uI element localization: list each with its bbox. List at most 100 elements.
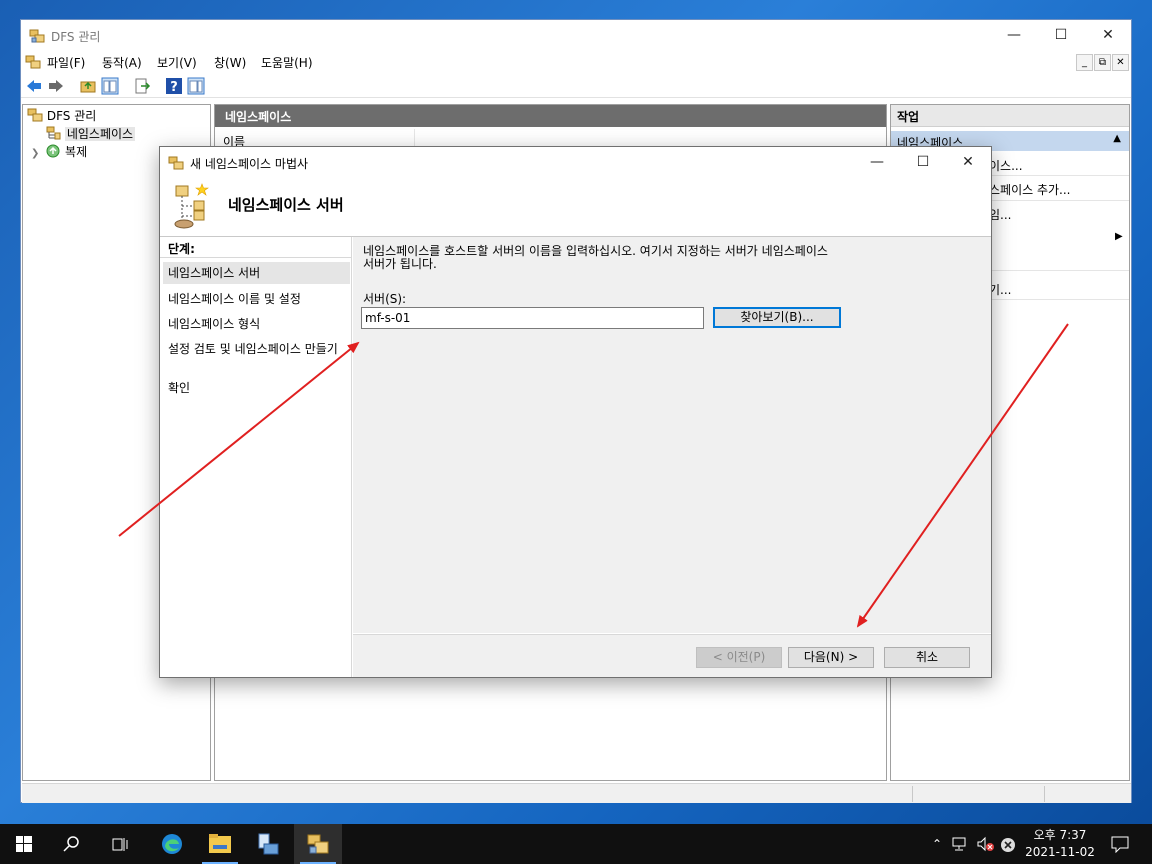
next-button[interactable]: 다음(N) > — [788, 647, 874, 668]
wizard-footer: < 이전(P) 다음(N) > 취소 — [353, 634, 991, 677]
menu-help[interactable]: 도움말(H) — [261, 54, 313, 71]
step-confirmation: 확인 — [168, 381, 191, 395]
action-item-2[interactable]: 스페이스 추가... — [989, 181, 1071, 198]
tree-item-namespaces[interactable]: 네임스페이스 — [45, 125, 136, 142]
action-item-1[interactable]: 이스... — [989, 157, 1023, 174]
step-review-create: 설정 검토 및 네임스페이스 만들기 — [168, 342, 338, 356]
server-manager-taskbar-button[interactable] — [244, 824, 292, 864]
svg-text:?: ? — [170, 80, 178, 95]
forward-icon[interactable] — [47, 77, 65, 95]
start-button[interactable] — [0, 824, 48, 864]
server-input[interactable] — [361, 307, 704, 329]
taskbar: ⌃ 오후 7:37 2021-11-02 — [0, 824, 1152, 864]
dfs-app-icon — [29, 29, 45, 43]
tree-root[interactable]: DFS 관리 — [27, 107, 96, 124]
namespace-wizard-icon — [174, 183, 209, 229]
server-manager-icon — [258, 833, 279, 855]
edge-taskbar-button[interactable] — [148, 824, 196, 864]
edge-icon — [162, 834, 182, 854]
menu-file[interactable]: 파일(F) — [47, 54, 85, 71]
tree-item-replication-label: 복제 — [65, 145, 88, 159]
submenu-arrow-icon[interactable]: ▶ — [1115, 231, 1123, 242]
notification-error-icon[interactable] — [1000, 837, 1016, 853]
menu-action[interactable]: 동작(A) — [102, 54, 142, 71]
clock-date: 2021-11-02 — [1025, 845, 1095, 859]
show-hidden-icons-button[interactable]: ⌃ — [928, 824, 946, 864]
tree-root-label: DFS 관리 — [46, 109, 97, 123]
dfs-root-icon — [27, 108, 43, 122]
maximize-button[interactable]: ☐ — [1038, 20, 1084, 51]
close-button[interactable]: ✕ — [1085, 20, 1131, 51]
action-divider — [989, 200, 1129, 201]
steps-divider — [160, 257, 351, 258]
tree-item-replication[interactable]: ❯ 복제 — [31, 143, 87, 160]
browse-button[interactable]: 찾아보기(B)... — [713, 307, 841, 328]
action-item-4[interactable]: 기... — [989, 281, 1011, 298]
file-explorer-taskbar-button[interactable] — [196, 824, 244, 864]
mdi-restore-button[interactable]: ⧉ — [1094, 54, 1111, 71]
dfs-management-taskbar-button[interactable] — [294, 824, 342, 864]
menu-window[interactable]: 창(W) — [214, 54, 246, 71]
step-namespace-server: 네임스페이스 서버 — [163, 262, 350, 284]
show-hide-tree-icon[interactable] — [101, 77, 119, 95]
action-divider — [989, 270, 1129, 271]
volume-muted-icon[interactable] — [976, 836, 996, 852]
wizard-banner: 네임스페이스 서버 — [160, 178, 991, 236]
action-center-icon[interactable] — [1110, 835, 1130, 853]
clock[interactable]: 오후 7:37 2021-11-02 — [1018, 827, 1102, 861]
export-list-icon[interactable] — [133, 77, 151, 95]
steps-title: 단계: — [168, 242, 195, 256]
file-explorer-icon — [209, 834, 231, 853]
wizard-steps-panel: 단계: 네임스페이스 서버 네임스페이스 이름 및 설정 네임스페이스 형식 설… — [160, 237, 352, 677]
help-icon[interactable]: ? — [165, 77, 183, 95]
mmc-titlebar[interactable]: DFS 관리 — ☐ ✕ — [21, 20, 1131, 51]
search-button[interactable] — [48, 824, 96, 864]
wizard-titlebar[interactable]: 새 네임스페이스 마법사 — ☐ ✕ — [160, 147, 991, 178]
action-divider — [989, 175, 1129, 176]
windows-logo-icon — [16, 836, 32, 852]
wizard-app-icon — [168, 156, 184, 170]
mdi-minimize-button[interactable]: _ — [1076, 54, 1093, 71]
search-icon — [63, 836, 79, 852]
wizard-description: 네임스페이스를 호스트할 서버의 이름을 입력하십시오. 여기서 지정하는 서버… — [363, 244, 828, 271]
wizard-close-button[interactable]: ✕ — [945, 147, 991, 178]
menu-view[interactable]: 보기(V) — [157, 54, 197, 71]
tree-item-namespaces-label: 네임스페이스 — [64, 127, 136, 141]
dfs-management-icon — [307, 834, 329, 854]
action-item-3[interactable]: 임... — [989, 206, 1011, 223]
dfs-menu-icon — [25, 55, 41, 69]
network-icon[interactable] — [952, 836, 970, 852]
replication-icon — [46, 144, 60, 158]
status-segment — [1044, 786, 1045, 802]
wizard-content: 네임스페이스를 호스트할 서버의 이름을 입력하십시오. 여기서 지정하는 서버… — [353, 237, 991, 633]
mmc-title: DFS 관리 — [51, 30, 101, 44]
status-bar — [22, 783, 1131, 803]
task-view-icon — [112, 838, 128, 851]
menubar: 파일(F) 동작(A) 보기(V) 창(W) 도움말(H) _ ⧉ ✕ — [21, 51, 1131, 73]
toolbar: ? — [21, 74, 1131, 98]
step-namespace-type: 네임스페이스 형식 — [168, 317, 261, 331]
previous-button[interactable]: < 이전(P) — [696, 647, 782, 668]
wizard-heading: 네임스페이스 서버 — [228, 196, 344, 214]
action-divider — [989, 299, 1129, 300]
mdi-close-button[interactable]: ✕ — [1112, 54, 1129, 71]
new-namespace-wizard: 새 네임스페이스 마법사 — ☐ ✕ 네임스페이스 서버 단계: 네임스페이스 … — [159, 146, 992, 678]
expand-chevron-icon[interactable]: ❯ — [31, 148, 39, 159]
show-hide-action-pane-icon[interactable] — [187, 77, 205, 95]
step-namespace-name-settings: 네임스페이스 이름 및 설정 — [168, 292, 301, 306]
clock-time: 오후 7:37 — [1033, 828, 1087, 842]
namespace-icon — [46, 126, 61, 140]
back-icon[interactable] — [25, 77, 43, 95]
actions-header: 작업 — [891, 105, 1129, 127]
cancel-button[interactable]: 취소 — [884, 647, 970, 668]
collapse-icon[interactable]: ▲ — [1113, 133, 1121, 144]
wizard-minimize-button[interactable]: — — [854, 147, 900, 178]
server-label: 서버(S): — [363, 292, 407, 306]
wizard-maximize-button[interactable]: ☐ — [900, 147, 946, 178]
status-segment — [912, 786, 913, 802]
results-header: 네임스페이스 — [215, 105, 886, 127]
minimize-button[interactable]: — — [991, 20, 1037, 51]
up-folder-icon[interactable] — [79, 77, 97, 95]
task-view-button[interactable] — [96, 824, 144, 864]
wizard-title: 새 네임스페이스 마법사 — [190, 157, 309, 171]
